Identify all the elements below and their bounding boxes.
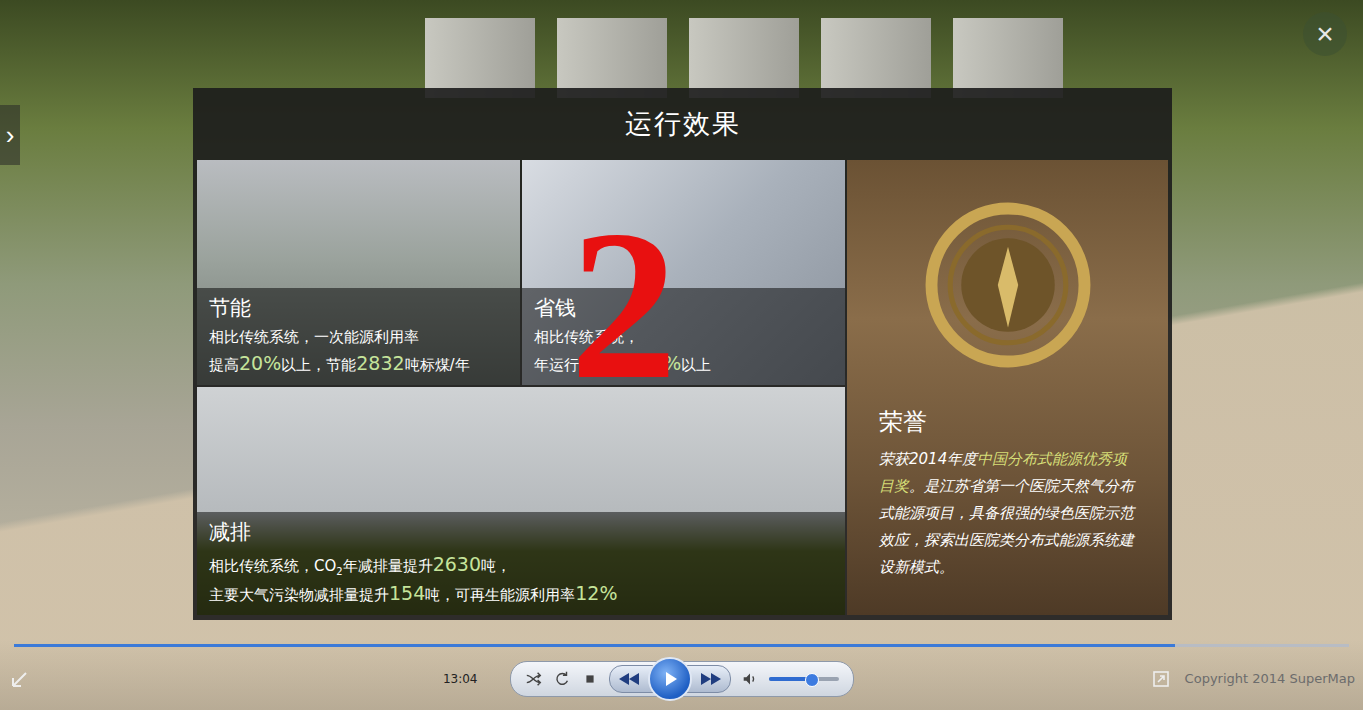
text-segment: 主要大气污染物减排量提升 xyxy=(209,586,389,604)
building xyxy=(425,18,535,98)
honor-title: 荣誉 xyxy=(879,406,1142,438)
honor-card: 荣誉荣获2014年度中国分布式能源优秀项目奖。是江苏省第一个医院天然气分布式能源… xyxy=(847,160,1168,615)
text-segment: 年减排量提升 xyxy=(343,557,433,575)
text-segment: 相比传统系统，CO xyxy=(209,557,336,575)
card-caption: 减排相比传统系统，CO2年减排量提升2630吨，主要大气污染物减排量提升154吨… xyxy=(197,512,845,616)
progress-track[interactable] xyxy=(14,644,1349,647)
volume-icon[interactable] xyxy=(741,670,759,688)
volume-slider[interactable] xyxy=(769,677,839,681)
text-segment: 提高 xyxy=(209,356,239,374)
text-segment: 2832 xyxy=(356,352,404,374)
dialog-title: 运行效果 xyxy=(193,88,1172,160)
overlay-number: 2 xyxy=(570,197,678,412)
controls xyxy=(510,661,854,697)
text-segment: 20% xyxy=(239,352,281,374)
card-title: 节能 xyxy=(209,294,508,322)
player-bar: 13:04 Copyright 2014 SuperMap xyxy=(0,640,1363,710)
building xyxy=(953,18,1063,98)
building xyxy=(689,18,799,98)
text-segment: 2 xyxy=(336,566,342,577)
medal-icon xyxy=(923,200,1093,370)
building xyxy=(821,18,931,98)
text-segment: 荣获2014年度 xyxy=(879,450,977,468)
play-button[interactable] xyxy=(648,657,692,701)
text-segment: 以上 xyxy=(681,356,711,374)
text-segment: 吨， xyxy=(481,557,511,575)
repeat-icon[interactable] xyxy=(553,670,571,688)
buildings xyxy=(0,0,1363,98)
text-segment: 以上，节能 xyxy=(281,356,356,374)
dialog-body: 节能相比传统系统，一次能源利用率提高20%以上，节能2832吨标煤/年省钱相比传… xyxy=(193,160,1172,620)
volume-knob[interactable] xyxy=(805,673,819,687)
card-line: 相比传统系统，CO2年减排量提升2630吨， xyxy=(209,550,833,579)
effect-card: 减排相比传统系统，CO2年减排量提升2630吨，主要大气污染物减排量提升154吨… xyxy=(197,387,845,615)
card-line: 相比传统系统，一次能源利用率 xyxy=(209,326,508,349)
time-label: 13:04 xyxy=(443,672,478,686)
shuffle-icon[interactable] xyxy=(525,670,543,688)
expand-icon[interactable] xyxy=(10,669,30,689)
scene-viewer: ›×运行效果节能相比传统系统，一次能源利用率提高20%以上，节能2832吨标煤/… xyxy=(0,0,1363,710)
previous-icon[interactable] xyxy=(614,669,644,689)
card-caption: 节能相比传统系统，一次能源利用率提高20%以上，节能2832吨标煤/年 xyxy=(197,288,520,385)
text-segment: 相比传统系统，一次能源利用率 xyxy=(209,328,419,346)
play-icon xyxy=(660,669,680,689)
stop-icon[interactable] xyxy=(581,670,599,688)
honor-caption: 荣誉荣获2014年度中国分布式能源优秀项目奖。是江苏省第一个医院天然气分布式能源… xyxy=(847,406,1168,615)
close-button[interactable]: × xyxy=(1303,12,1347,56)
card-title: 减排 xyxy=(209,518,833,546)
text-segment: 吨标煤/年 xyxy=(405,356,470,374)
next-icon[interactable] xyxy=(696,669,726,689)
card-line: 主要大气污染物减排量提升154吨，可再生能源利用率12% xyxy=(209,579,833,608)
building xyxy=(557,18,667,98)
text-segment: 12% xyxy=(575,582,617,604)
fullscreen-icon[interactable] xyxy=(1151,669,1171,689)
honor-body: 荣获2014年度中国分布式能源优秀项目奖。是江苏省第一个医院天然气分布式能源项目… xyxy=(879,446,1142,581)
side-toggle-button[interactable]: › xyxy=(0,105,20,165)
card-line: 提高20%以上，节能2832吨标煤/年 xyxy=(209,349,508,378)
result-dialog: 运行效果节能相比传统系统，一次能源利用率提高20%以上，节能2832吨标煤/年省… xyxy=(193,88,1172,620)
text-segment: 吨，可再生能源利用率 xyxy=(425,586,575,604)
progress-fill xyxy=(14,644,1175,647)
text-segment: 2630 xyxy=(433,553,481,575)
effect-card: 节能相比传统系统，一次能源利用率提高20%以上，节能2832吨标煤/年 xyxy=(197,160,520,385)
copyright-label: Copyright 2014 SuperMap xyxy=(1185,671,1355,686)
text-segment: 。是江苏省第一个医院天然气分布式能源项目，具备很强的绿色医院示范效应，探索出医院… xyxy=(879,477,1134,576)
text-segment: 154 xyxy=(389,582,425,604)
